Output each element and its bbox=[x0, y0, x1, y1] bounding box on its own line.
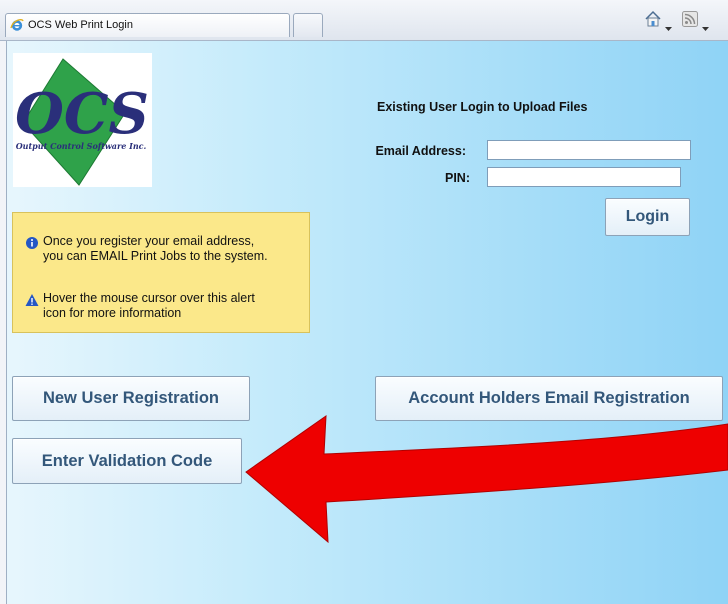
alert-text-line1: Hover the mouse cursor over this alert bbox=[43, 291, 255, 305]
logo-letters: OCS bbox=[15, 81, 149, 147]
info-text-line1: Once you register your email address, bbox=[43, 234, 255, 248]
email-label: Email Address: bbox=[375, 144, 466, 158]
new-user-registration-button[interactable]: New User Registration bbox=[12, 376, 250, 421]
ie-icon bbox=[10, 19, 24, 31]
info-icon[interactable] bbox=[25, 236, 39, 250]
rss-feed-icon[interactable] bbox=[682, 11, 698, 31]
red-arrow-annotation bbox=[245, 415, 728, 544]
dropdown-arrow-icon[interactable] bbox=[665, 17, 672, 36]
ocs-logo: OCS Output Control Software Inc. bbox=[13, 53, 152, 187]
tab-title: OCS Web Print Login bbox=[28, 19, 133, 31]
info-text-line2: you can EMAIL Print Jobs to the system. bbox=[43, 249, 268, 263]
dropdown-arrow-icon[interactable] bbox=[702, 17, 709, 36]
alert-text-line2: icon for more information bbox=[43, 306, 182, 320]
alert-icon[interactable] bbox=[25, 293, 39, 307]
home-icon[interactable] bbox=[644, 10, 662, 32]
enter-validation-code-button[interactable]: Enter Validation Code bbox=[12, 438, 242, 484]
browser-tab[interactable]: OCS Web Print Login bbox=[5, 13, 290, 37]
login-button[interactable]: Login bbox=[605, 198, 690, 236]
info-notice-box: Once you register your email address, yo… bbox=[12, 212, 310, 333]
logo-company-name: Output Control Software Inc. bbox=[16, 141, 147, 151]
new-tab-button[interactable] bbox=[293, 13, 323, 37]
login-title: Existing User Login to Upload Files bbox=[377, 100, 588, 114]
email-field[interactable] bbox=[487, 140, 691, 160]
pin-field[interactable] bbox=[487, 167, 681, 187]
pin-label: PIN: bbox=[445, 171, 470, 185]
browser-chrome: OCS Web Print Login bbox=[0, 0, 728, 41]
